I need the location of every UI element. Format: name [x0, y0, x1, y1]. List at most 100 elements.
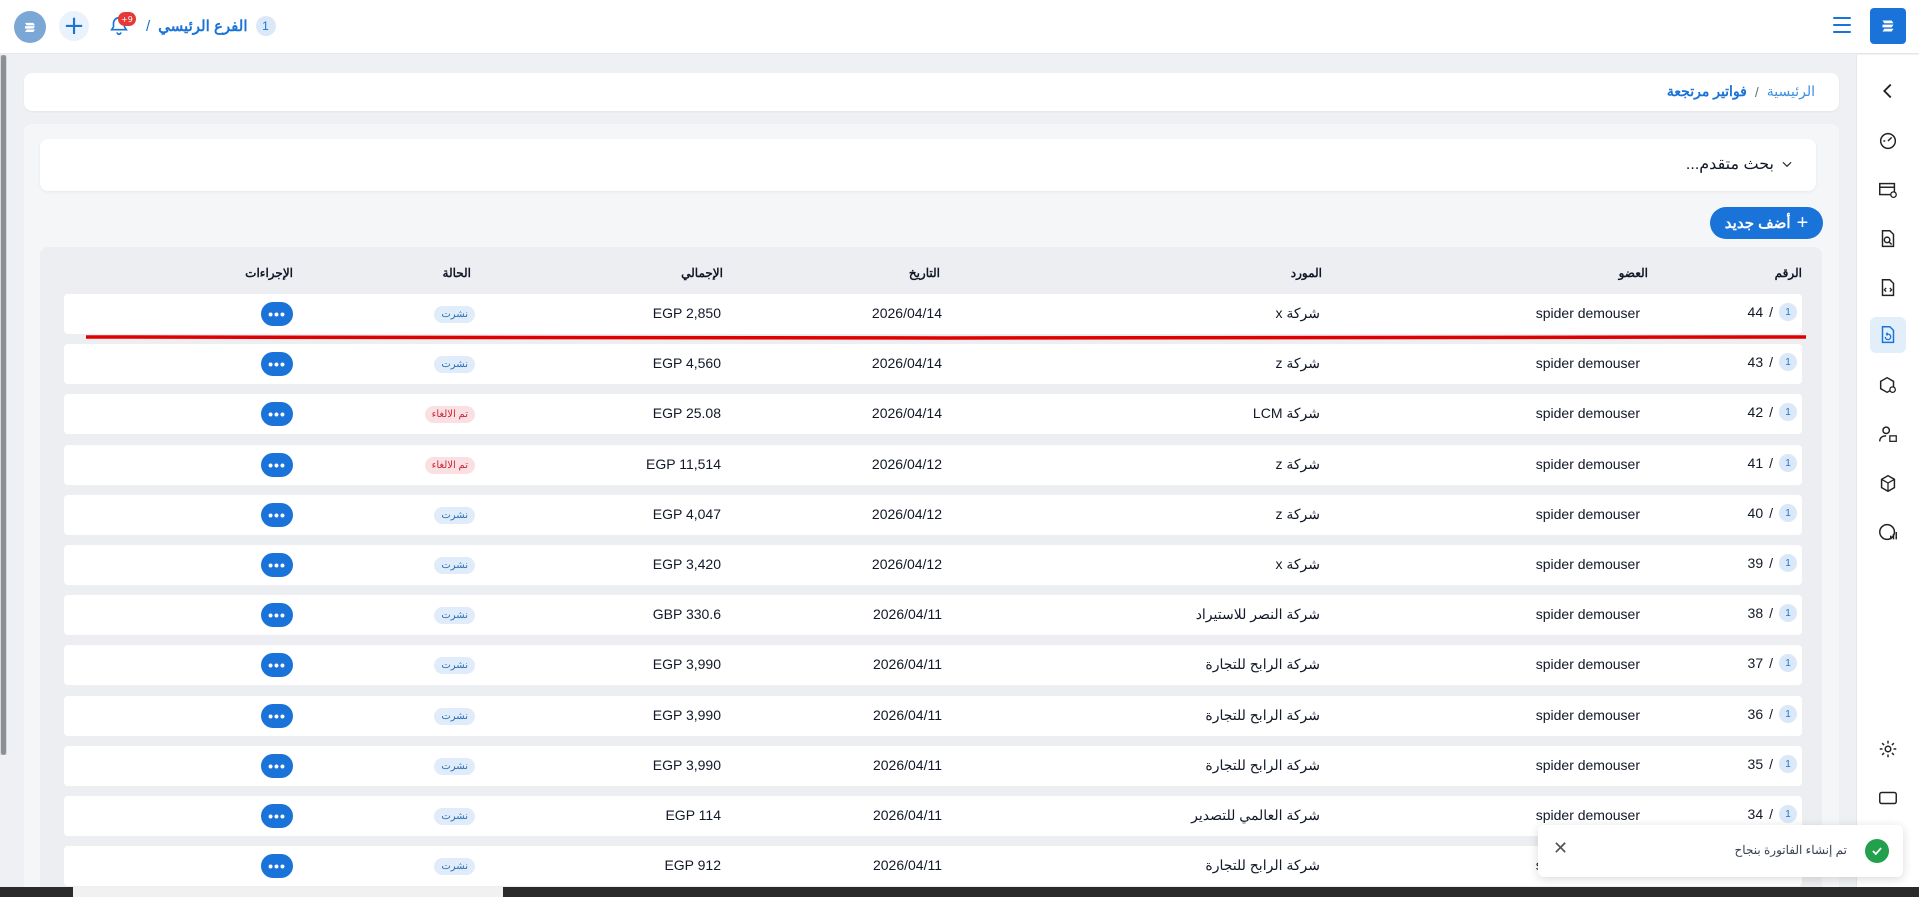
column-header-total[interactable]: الإجمالي	[681, 266, 723, 280]
branch-badge: 1	[1779, 654, 1797, 672]
table-row[interactable]: 44 / 1 spider demouser شركة x 2026/04/14 EGP 2…	[64, 294, 1802, 334]
status-cell: نشرت	[434, 505, 475, 524]
status-cell: نشرت	[434, 856, 475, 875]
page-title: فواتير مرتجعة	[1666, 83, 1747, 99]
column-header-member[interactable]: العضو	[1619, 266, 1648, 280]
member-cell: spider demouser	[1535, 757, 1640, 773]
status-cell: نشرت	[434, 605, 475, 624]
invoice-number: 36	[1747, 706, 1764, 722]
row-actions-button[interactable]: •••	[261, 402, 293, 426]
reports-chart-icon[interactable]	[1870, 514, 1906, 550]
top-header: + +9 1 الفرع الرئيسي /	[0, 0, 1919, 54]
row-actions-button[interactable]: •••	[261, 854, 293, 878]
branch-badge: 1	[1779, 454, 1797, 472]
breadcrumb-home-link[interactable]: الرئيسية	[1767, 83, 1815, 100]
row-actions-button[interactable]: •••	[261, 503, 293, 527]
taskbar-window-tab[interactable]	[73, 887, 503, 897]
row-actions-button[interactable]: •••	[261, 352, 293, 376]
invoice-number: 44	[1747, 304, 1764, 320]
table-row[interactable]: 41 / 1 spider demouser شركة z 2026/04/12 EGP 1…	[64, 445, 1802, 485]
column-header-status[interactable]: الحالة	[443, 266, 471, 280]
menu-toggle-icon[interactable]	[1833, 17, 1851, 33]
status-badge: نشرت	[434, 657, 475, 674]
toast-close-icon[interactable]: ✕	[1553, 838, 1568, 859]
fullscreen-window-icon[interactable]	[1870, 780, 1906, 816]
row-actions-button[interactable]: •••	[261, 553, 293, 577]
row-actions-button[interactable]: •••	[261, 704, 293, 728]
member-cell: spider demouser	[1535, 305, 1640, 321]
table-row[interactable]: 42 / 1 spider demouser شركة LCM 2026/04/14 EGP…	[64, 394, 1802, 434]
invoice-number-separator: /	[1769, 404, 1773, 420]
actions-cell: •••	[261, 352, 293, 376]
invoice-number-separator: /	[1769, 655, 1773, 671]
table-row[interactable]: 38 / 1 spider demouser شركة النصر للاستيراد 2…	[64, 595, 1802, 635]
returned-invoices-icon[interactable]	[1870, 317, 1906, 353]
code-document-icon[interactable]	[1870, 270, 1906, 306]
total-cell: EGP 114	[665, 807, 721, 823]
invoice-number-cell: 35 / 1	[1748, 755, 1797, 773]
table-row[interactable]: 40 / 1 spider demouser شركة z 2026/04/12 EGP 4…	[64, 495, 1802, 535]
total-cell: EGP 912	[664, 857, 721, 873]
invoice-number-separator: /	[1769, 806, 1773, 822]
invoice-number: 41	[1747, 455, 1764, 471]
invoice-number-cell: 34 / 1	[1748, 805, 1797, 823]
status-badge: نشرت	[434, 356, 475, 373]
scrollbar-thumb[interactable]	[1, 55, 6, 755]
breadcrumb-separator: /	[1754, 83, 1759, 100]
table-row[interactable]: 35 / 1 spider demouser شركة الرابح للتجارة 20…	[64, 746, 1802, 786]
row-actions-button[interactable]: •••	[261, 302, 293, 326]
supplier-cell: شركة الرابح للتجارة	[1205, 857, 1320, 873]
invoice-number: 34	[1747, 806, 1764, 822]
brand-logo-icon[interactable]	[1870, 8, 1906, 44]
branch-badge: 1	[1779, 504, 1797, 522]
advanced-search-toggle[interactable]: بحث متقدم...	[40, 139, 1816, 191]
table-row[interactable]: 37 / 1 spider demouser شركة الرابح للتجارة 20…	[64, 645, 1802, 685]
collapse-chevron-icon[interactable]	[1870, 73, 1906, 109]
table-row[interactable]: 39 / 1 spider demouser شركة x 2026/04/12 EGP 3…	[64, 545, 1802, 585]
inventory-box-icon[interactable]	[1870, 465, 1906, 501]
supplier-cell: شركة LCM	[1252, 405, 1320, 421]
table-row[interactable]: 43 / 1 spider demouser شركة z 2026/04/14 EGP 4…	[64, 344, 1802, 384]
column-header-supplier[interactable]: المورد	[1291, 266, 1322, 280]
status-cell: نشرت	[434, 304, 475, 323]
date-cell: 2026/04/11	[872, 707, 942, 723]
invoice-number-cell: 44 / 1	[1748, 303, 1797, 321]
invoice-number-separator: /	[1769, 304, 1773, 320]
invoice-number-separator: /	[1769, 706, 1773, 722]
delivery-box-icon[interactable]	[1870, 367, 1906, 403]
member-cell: spider demouser	[1535, 707, 1640, 723]
supplier-cell: شركة الرابح للتجارة	[1205, 707, 1320, 723]
date-cell: 2026/04/11	[872, 656, 942, 672]
table-row[interactable]: 36 / 1 spider demouser شركة الرابح للتجارة 20…	[64, 696, 1802, 736]
row-actions-button[interactable]: •••	[261, 653, 293, 677]
actions-cell: •••	[261, 653, 293, 677]
member-cell: spider demouser	[1535, 656, 1640, 672]
total-cell: EGP 3,990	[652, 656, 721, 672]
branch-number-badge: 1	[255, 16, 276, 36]
supplier-cell: شركة z	[1275, 456, 1320, 472]
column-header-date[interactable]: التاريخ	[909, 266, 940, 280]
row-actions-button[interactable]: •••	[261, 603, 293, 627]
actions-cell: •••	[261, 553, 293, 577]
page-scrollbar[interactable]	[0, 55, 7, 755]
settings-gear-icon[interactable]	[1870, 731, 1906, 767]
row-actions-button[interactable]: •••	[261, 453, 293, 477]
app-logo-icon[interactable]	[14, 11, 46, 43]
invoice-number-separator: /	[1769, 756, 1773, 772]
dashboard-gauge-icon[interactable]	[1870, 123, 1906, 159]
branch-selector[interactable]: 1 الفرع الرئيسي /	[146, 14, 276, 38]
status-cell: تم الالغاء	[424, 404, 475, 423]
users-settings-icon[interactable]	[1870, 416, 1906, 452]
status-badge: نشرت	[434, 808, 475, 825]
quick-add-button[interactable]: +	[59, 11, 89, 41]
notification-count-badge: +9	[118, 12, 136, 26]
actions-cell: •••	[261, 402, 293, 426]
search-document-icon[interactable]	[1870, 221, 1906, 257]
actions-cell: •••	[261, 704, 293, 728]
column-header-number[interactable]: الرقم	[1775, 266, 1802, 280]
add-new-button[interactable]: + أضف جديد	[1710, 207, 1823, 239]
row-actions-button[interactable]: •••	[261, 754, 293, 778]
row-actions-button[interactable]: •••	[261, 804, 293, 828]
branch-badge: 1	[1779, 805, 1797, 823]
store-settings-icon[interactable]	[1870, 172, 1906, 208]
